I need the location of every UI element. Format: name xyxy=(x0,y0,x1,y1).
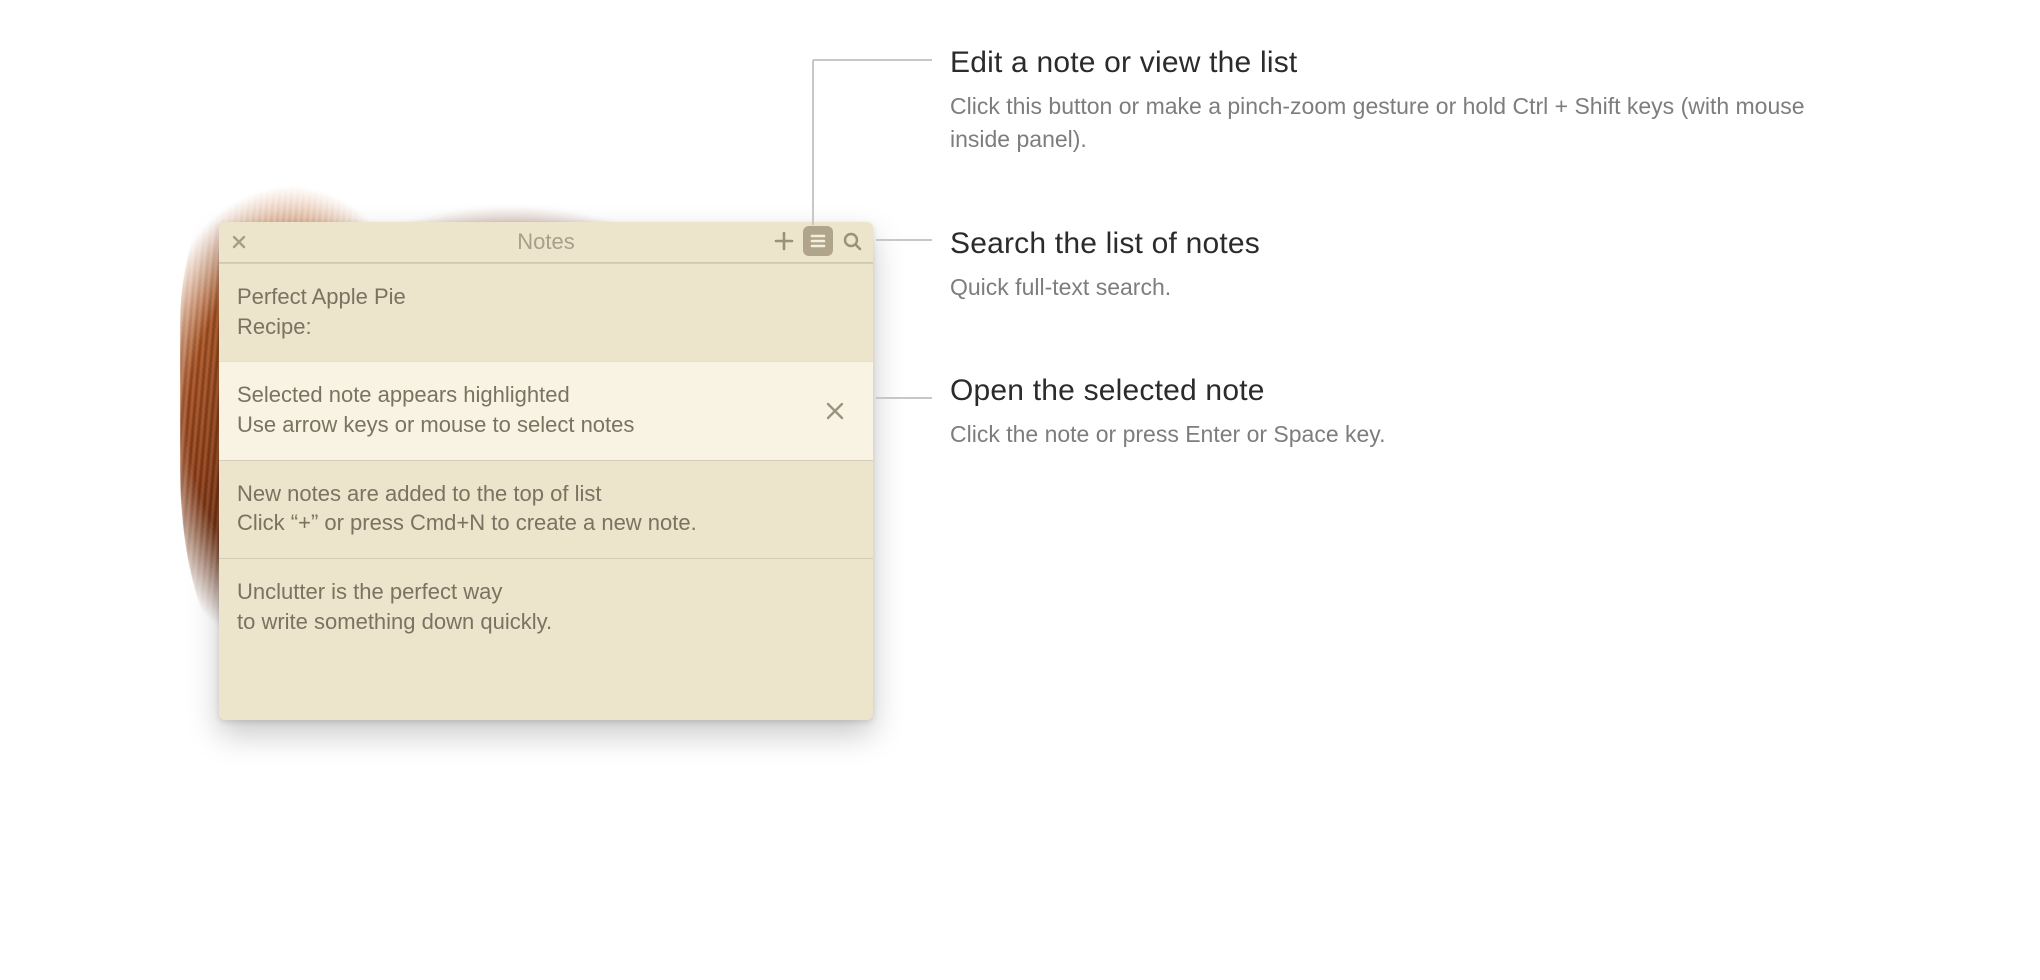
note-line-1: Unclutter is the perfect way xyxy=(237,577,855,607)
callout-body: Click this button or make a pinch-zoom g… xyxy=(950,90,1850,157)
close-button[interactable] xyxy=(219,222,259,262)
callouts-column: Edit a note or view the list Click this … xyxy=(950,46,1850,521)
note-line-1: Selected note appears highlighted xyxy=(237,380,803,410)
note-line-2: to write something down quickly. xyxy=(237,607,855,637)
list-view-button[interactable] xyxy=(803,226,833,256)
note-line-1: Perfect Apple Pie xyxy=(237,282,855,312)
callout-edit: Edit a note or view the list Click this … xyxy=(950,46,1850,157)
callout-title: Search the list of notes xyxy=(950,227,1850,261)
callout-body: Click the note or press Enter or Space k… xyxy=(950,418,1850,451)
callout-title: Open the selected note xyxy=(950,374,1850,408)
note-line-2: Recipe: xyxy=(237,312,855,342)
callout-search: Search the list of notes Quick full-text… xyxy=(950,227,1850,304)
callout-title: Edit a note or view the list xyxy=(950,46,1850,80)
notes-panel: Notes Perfect Apple P xyxy=(219,222,873,720)
callout-open: Open the selected note Click the note or… xyxy=(950,374,1850,451)
add-note-button[interactable] xyxy=(769,226,799,256)
note-item[interactable]: Unclutter is the perfect way to write so… xyxy=(219,558,873,656)
search-button[interactable] xyxy=(837,226,867,256)
note-line-1: New notes are added to the top of list xyxy=(237,479,855,509)
notes-titlebar: Notes xyxy=(219,222,873,263)
callout-body: Quick full-text search. xyxy=(950,271,1850,304)
note-line-2: Click “+” or press Cmd+N to create a new… xyxy=(237,508,855,538)
note-item[interactable]: New notes are added to the top of list C… xyxy=(219,460,873,558)
titlebar-actions xyxy=(769,226,867,256)
note-item[interactable]: Perfect Apple Pie Recipe: xyxy=(219,263,873,361)
delete-note-button[interactable] xyxy=(819,395,851,427)
note-item-selected[interactable]: Selected note appears highlighted Use ar… xyxy=(219,361,873,459)
note-line-2: Use arrow keys or mouse to select notes xyxy=(237,410,803,440)
